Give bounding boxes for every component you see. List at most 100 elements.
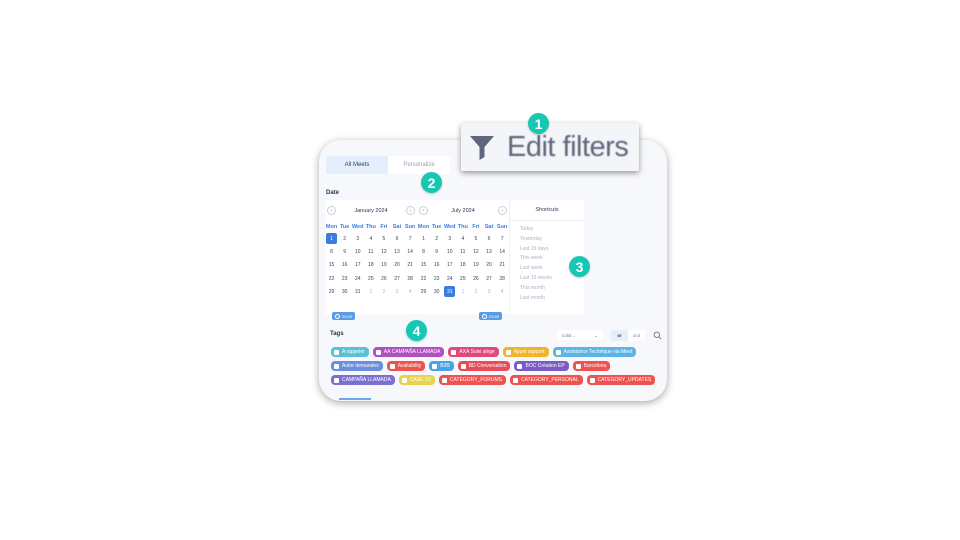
calendar-day[interactable]: 11 (364, 245, 377, 258)
calendar-day[interactable]: 27 (390, 272, 403, 285)
tag-chip[interactable]: CAMPAÑA LLAMADA (331, 375, 395, 385)
calendar-day[interactable]: 19 (377, 259, 390, 272)
calendar-day[interactable]: 22 (417, 272, 430, 285)
calendar-day[interactable]: 18 (456, 259, 469, 272)
tag-chip[interactable]: CATEGORY_FORUMS (438, 375, 506, 385)
calendar-day[interactable]: 10 (443, 245, 456, 258)
calendar-day[interactable]: 31 (444, 286, 456, 298)
color-select[interactable]: color... ⌄ (557, 330, 603, 341)
checkbox[interactable] (334, 349, 339, 355)
calendar-day[interactable]: 14 (404, 245, 417, 258)
shortcut-item[interactable]: Today (510, 225, 584, 235)
tag-chip[interactable]: CATEGORY_UPDATES (586, 375, 656, 385)
calendar-day[interactable]: 21 (496, 259, 509, 272)
tag-chip[interactable]: AA CAMPAÑA LLAMADA (372, 347, 445, 357)
calendar-day[interactable]: 3 (351, 232, 364, 245)
calendar-day[interactable]: 24 (351, 272, 364, 285)
calendar-day[interactable]: 18 (364, 259, 377, 272)
prev-month-icon[interactable]: ‹ (327, 206, 336, 215)
calendar-day[interactable]: 25 (364, 272, 377, 285)
checkbox[interactable] (512, 377, 518, 383)
tag-chip[interactable]: Availability (386, 361, 426, 371)
calendar-day[interactable]: 4 (456, 232, 469, 245)
calendar-day[interactable]: 2 (430, 232, 443, 245)
checkbox[interactable] (334, 377, 339, 383)
calendar-day[interactable]: 1 (326, 233, 338, 245)
calendar-day[interactable]: 26 (469, 272, 482, 285)
calendar-day[interactable]: 29 (325, 285, 338, 298)
end-time-button[interactable]: 23:59 (479, 312, 503, 320)
calendar-day[interactable]: 2 (338, 232, 351, 245)
shortcut-item[interactable]: Last 15 days (510, 245, 584, 255)
calendar-day[interactable]: 14 (496, 245, 509, 258)
calendar-day[interactable]: 13 (390, 245, 403, 258)
calendar-day[interactable]: 16 (430, 259, 443, 272)
tag-chip[interactable]: BOC Création EP (514, 361, 569, 371)
checkbox[interactable] (517, 363, 523, 369)
checkbox[interactable] (432, 363, 438, 369)
tab-personalize[interactable]: Personalize (388, 156, 450, 174)
tag-chip[interactable]: B2B (429, 361, 454, 371)
calendar-day[interactable]: 4 (364, 232, 377, 245)
calendar-day[interactable]: 3 (390, 285, 403, 298)
calendar-day[interactable]: 12 (377, 245, 390, 258)
shortcut-item[interactable]: Yesterday (510, 235, 584, 245)
shortcut-item[interactable]: Last 15 weeks (510, 274, 584, 284)
calendar-day[interactable]: 4 (404, 285, 417, 298)
calendar-day[interactable]: 19 (469, 259, 482, 272)
calendar-day[interactable]: 8 (325, 245, 338, 258)
search-icon[interactable] (653, 331, 662, 340)
calendar-day[interactable]: 21 (404, 259, 417, 272)
tag-chip[interactable]: BD Conversation (457, 361, 511, 371)
checkbox[interactable] (460, 363, 466, 369)
calendar-day[interactable]: 20 (482, 259, 495, 272)
prev-month-icon[interactable]: ‹ (419, 206, 428, 215)
tag-chip[interactable]: CASE V2 (398, 375, 435, 385)
calendar-day[interactable]: 12 (469, 245, 482, 258)
calendar-day[interactable]: 4 (496, 285, 509, 298)
calendar-day[interactable]: 17 (351, 259, 364, 272)
tag-chip[interactable]: Assistance Technique via Meet (552, 347, 637, 357)
calendar-day[interactable]: 6 (390, 232, 403, 245)
calendar-day[interactable]: 9 (430, 245, 443, 258)
or-option[interactable]: or (611, 330, 628, 341)
checkbox[interactable] (555, 349, 561, 355)
checkbox[interactable] (589, 377, 595, 383)
calendar-day[interactable]: 3 (482, 285, 495, 298)
calendar-day[interactable]: 6 (482, 232, 495, 245)
calendar-day[interactable]: 1 (364, 285, 377, 298)
calendar-day[interactable]: 16 (338, 259, 351, 272)
calendar-day[interactable]: 1 (417, 232, 430, 245)
calendar-day[interactable]: 26 (377, 272, 390, 285)
tag-chip[interactable]: CATEGORY_PERSONAL (509, 375, 583, 385)
calendar-day[interactable]: 25 (456, 272, 469, 285)
calendar-day[interactable]: 11 (456, 245, 469, 258)
calendar-day[interactable]: 2 (377, 285, 390, 298)
checkbox[interactable] (451, 349, 457, 355)
calendar-day[interactable]: 15 (325, 259, 338, 272)
calendar-day[interactable]: 30 (338, 285, 351, 298)
calendar-day[interactable]: 28 (496, 272, 509, 285)
tab-all-meets[interactable]: All Meets (326, 156, 388, 174)
calendar-day[interactable]: 20 (390, 259, 403, 272)
next-month-icon[interactable]: › (497, 206, 507, 215)
checkbox[interactable] (375, 349, 381, 355)
calendar-day[interactable]: 7 (404, 232, 417, 245)
calendar-day[interactable]: 29 (417, 285, 430, 298)
calendar-day[interactable]: 13 (482, 245, 495, 258)
calendar-day[interactable]: 22 (325, 272, 338, 285)
checkbox[interactable] (505, 349, 511, 355)
tag-chip[interactable]: AXA Suivi siège (448, 347, 499, 357)
calendar-day[interactable]: 3 (443, 232, 456, 245)
calendar-day[interactable]: 27 (482, 272, 495, 285)
calendar-day[interactable]: 30 (430, 285, 443, 298)
shortcut-item[interactable]: This month (510, 284, 584, 294)
calendar-day[interactable]: 15 (417, 259, 430, 272)
calendar-day[interactable]: 9 (338, 245, 351, 258)
calendar-day[interactable]: 23 (430, 272, 443, 285)
calendar-day[interactable]: 24 (443, 272, 456, 285)
calendar-day[interactable]: 8 (417, 245, 430, 258)
calendar-day[interactable]: 1 (456, 285, 469, 298)
checkbox[interactable] (389, 363, 395, 369)
tag-chip[interactable]: A rappeler (331, 347, 369, 357)
